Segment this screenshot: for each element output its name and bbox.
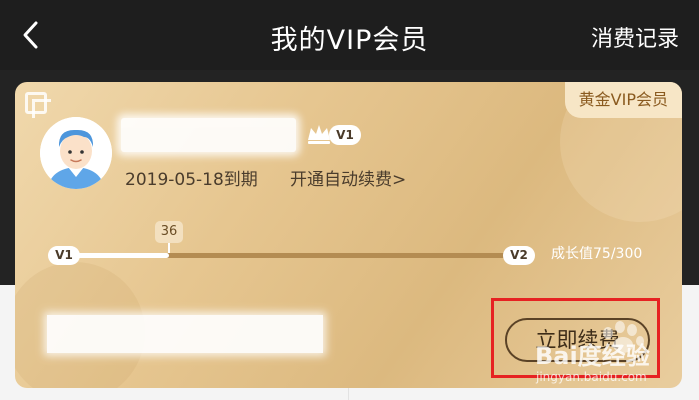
progress-end-level: V2: [503, 246, 535, 265]
expiry-date: 2019-05-18到期: [125, 170, 258, 190]
consumption-records-link[interactable]: 消费记录: [591, 21, 679, 53]
avatar-face-icon: [40, 117, 112, 189]
progress-marker-value: 36: [155, 221, 183, 243]
username-redacted: [121, 118, 296, 152]
vip-tier-badge: 黄金VIP会员: [564, 82, 682, 118]
account-number-redacted: [47, 315, 323, 353]
top-navigation-bar: 我的VIP会员 消费记录: [0, 0, 699, 70]
progress-start-level: V1: [48, 246, 80, 265]
vip-level-chip: V1: [329, 125, 361, 145]
user-avatar[interactable]: [40, 117, 112, 189]
card-logo-icon: [25, 92, 51, 118]
auto-renew-link[interactable]: 开通自动续费>: [290, 165, 406, 190]
watermark-url: jingyan.baidu.com: [536, 370, 647, 384]
growth-value-text: 成长值75/300: [551, 246, 643, 262]
progress-marker-stem: [168, 243, 170, 253]
watermark-brand: Bai度经验: [535, 342, 650, 370]
